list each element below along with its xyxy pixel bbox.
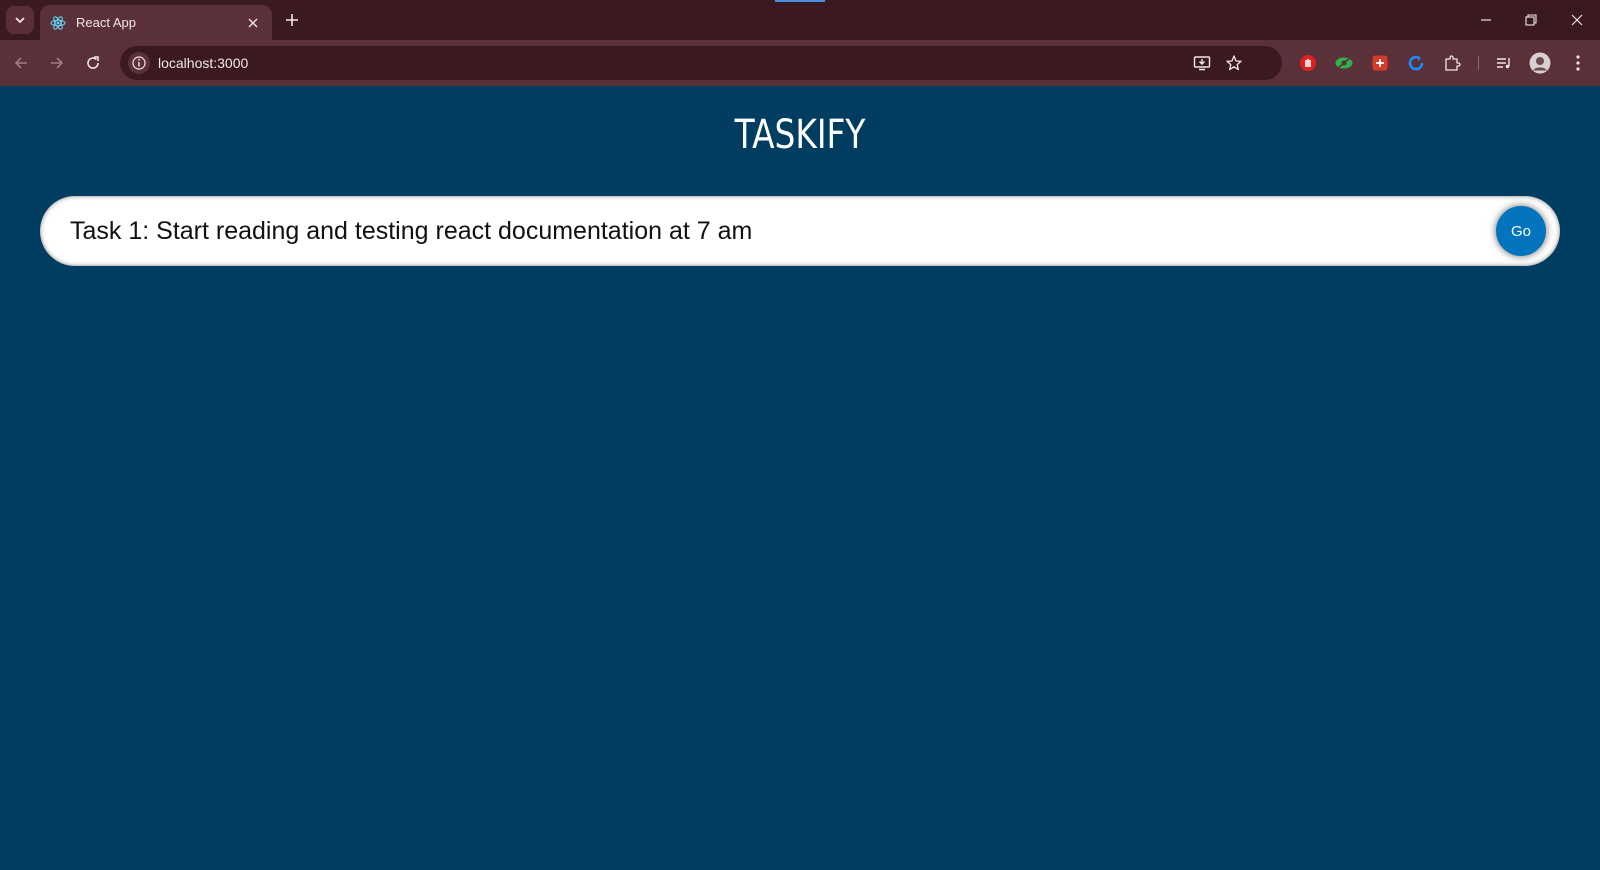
- close-icon: [1571, 14, 1583, 26]
- more-vertical-icon: [1576, 55, 1580, 71]
- toolbar-separator: [1478, 56, 1479, 70]
- new-tab-button[interactable]: [280, 8, 304, 32]
- app-title: TASKIFY: [734, 112, 866, 158]
- hand-stop-icon: [1300, 55, 1316, 71]
- task-form: Go: [40, 196, 1560, 266]
- forward-button[interactable]: [44, 50, 70, 76]
- eye-slash-icon: [1335, 56, 1353, 70]
- minimize-icon: [1481, 19, 1491, 21]
- close-window-button[interactable]: [1562, 8, 1592, 32]
- reload-icon: [87, 56, 99, 69]
- browser-menu-button[interactable]: [1566, 51, 1590, 75]
- profile-avatar[interactable]: [1528, 51, 1552, 75]
- tab-react-app[interactable]: React App: [40, 5, 272, 40]
- chevron-down-icon: [15, 17, 25, 24]
- restore-button[interactable]: [1516, 8, 1546, 32]
- plus-icon: [286, 14, 298, 26]
- bookmark-button[interactable]: [1222, 51, 1246, 75]
- media-controls-button[interactable]: [1492, 51, 1516, 75]
- puzzle-piece-icon: [1445, 55, 1461, 71]
- info-icon: [132, 56, 146, 70]
- playlist-icon: [1497, 58, 1510, 69]
- avatar-icon: [1529, 52, 1551, 74]
- browser-toolbar: localhost:3000: [0, 40, 1600, 86]
- site-info-button[interactable]: [128, 52, 150, 74]
- go-button[interactable]: Go: [1496, 206, 1546, 256]
- extension-red-hand[interactable]: [1296, 51, 1320, 75]
- extension-blue-refresh[interactable]: [1404, 51, 1428, 75]
- tab-strip: React App: [0, 0, 1600, 40]
- tab-search-button[interactable]: [6, 6, 34, 34]
- task-input[interactable]: [70, 196, 1470, 266]
- extensions-button[interactable]: [1440, 51, 1464, 75]
- react-logo-icon: [50, 15, 66, 30]
- extension-red-puzzle[interactable]: [1368, 51, 1392, 75]
- top-indicator: [775, 0, 825, 2]
- minimize-button[interactable]: [1471, 8, 1501, 32]
- gift-icon: [1372, 55, 1388, 71]
- star-icon: [1226, 55, 1242, 71]
- arrow-right-icon: [51, 57, 64, 69]
- address-bar[interactable]: localhost:3000: [120, 46, 1282, 80]
- extension-green-eye[interactable]: [1332, 51, 1356, 75]
- install-app-button[interactable]: [1190, 51, 1214, 75]
- url-text[interactable]: localhost:3000: [158, 55, 248, 71]
- tab-title: React App: [76, 15, 136, 30]
- close-tab-icon[interactable]: [244, 14, 262, 32]
- reload-button[interactable]: [80, 50, 106, 76]
- refresh-circle-icon: [1408, 55, 1424, 71]
- install-icon: [1193, 56, 1211, 71]
- back-button[interactable]: [8, 50, 34, 76]
- arrow-left-icon: [14, 57, 27, 69]
- restore-icon: [1525, 14, 1537, 26]
